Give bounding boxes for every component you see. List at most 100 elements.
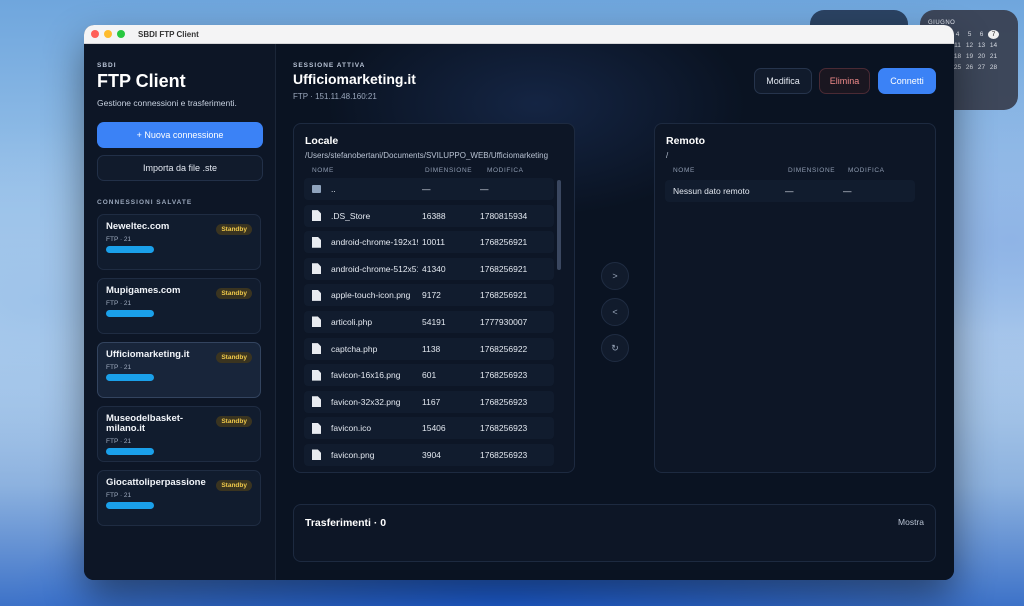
delete-button[interactable]: Elimina [819, 68, 870, 94]
minimize-window-button[interactable] [104, 30, 112, 38]
file-icon [312, 263, 321, 275]
file-row[interactable]: .. — — [304, 178, 554, 200]
file-modified: 1768256923 [480, 370, 528, 381]
zoom-window-button[interactable] [117, 30, 125, 38]
folder-icon [312, 185, 321, 193]
new-connection-button[interactable]: + Nuova connessione [97, 122, 263, 148]
remote-title: Remoto [666, 135, 706, 147]
file-row[interactable]: favicon.ico 15406 1768256923 [304, 417, 554, 440]
local-file-list: .. — — .DS_Store 16388 1780815934 android-chro… [304, 178, 554, 471]
file-name: apple-touch-icon.png [331, 290, 411, 301]
local-scrollbar[interactable] [557, 180, 561, 270]
file-modified: 1768256921 [480, 290, 528, 301]
file-name: favicon-16x16.png [331, 370, 401, 381]
saved-connections-label: CONNESSIONI SALVATE [97, 199, 193, 206]
file-size: 10011 [422, 237, 446, 248]
file-name: .DS_Store [331, 210, 371, 221]
main-area: SESSIONE ATTIVA Ufficiomarketing.it FTP … [276, 44, 954, 580]
calendar-day: 20 [977, 53, 986, 60]
file-row[interactable]: captcha.php 1138 1768256922 [304, 337, 554, 360]
calendar-day: 12 [965, 42, 974, 49]
connection-meta: FTP · 21 [106, 236, 132, 243]
connection-card[interactable]: Museodelbasket-milano.it FTP · 21 Standby [97, 406, 261, 462]
calendar-day: 5 [967, 31, 972, 38]
redacted-info [106, 374, 154, 381]
calendar-day [1000, 52, 1011, 61]
connection-name: Giocattoliperpassione [106, 477, 206, 488]
file-size: 15406 [422, 423, 446, 434]
calendar-day: 6 [979, 31, 984, 38]
file-modified: 1768256921 [480, 263, 528, 274]
file-modified: 1780815934 [480, 210, 528, 221]
connection-meta: FTP · 21 [106, 438, 132, 445]
calendar-day [1000, 63, 1011, 72]
connect-button[interactable]: Connetti [878, 68, 936, 94]
remote-empty-mod: — [843, 186, 852, 196]
connection-name: Neweltec.com [106, 221, 170, 232]
calendar-day: 14 [989, 42, 998, 49]
file-modified: 1768256923 [480, 396, 528, 407]
file-row[interactable]: apple-touch-icon.png 9172 1768256921 [304, 284, 554, 307]
file-row[interactable]: android-chrome-512x512.png 41340 176825692… [304, 257, 554, 280]
connection-card[interactable]: Mupigames.com FTP · 21 Standby [97, 278, 261, 334]
redacted-info [106, 502, 154, 509]
app-title: FTP Client [97, 71, 186, 91]
local-panel: Locale /Users/stefanobertani/Documents/S… [293, 123, 575, 473]
transfers-show-button[interactable]: Mostra [898, 517, 924, 527]
status-badge: Standby [216, 224, 252, 235]
connection-card[interactable]: Ufficiomarketing.it FTP · 21 Standby [97, 342, 261, 398]
file-size: 41340 [422, 263, 446, 274]
file-name: favicon.png [331, 449, 375, 460]
download-button[interactable]: < [601, 298, 629, 326]
calendar-day: 27 [977, 64, 986, 71]
file-size: 601 [422, 370, 437, 381]
file-row[interactable]: android-chrome-192x192.png 10011 176825692… [304, 231, 554, 254]
file-size: 16388 [422, 210, 446, 221]
file-row[interactable]: .DS_Store 16388 1780815934 [304, 204, 554, 227]
file-row[interactable]: favicon.png 3904 1768256923 [304, 443, 554, 466]
connection-meta: FTP · 21 [106, 492, 132, 499]
local-path: /Users/stefanobertani/Documents/SVILUPPO… [305, 151, 549, 160]
file-name: android-chrome-512x512.png [331, 263, 418, 274]
calendar-day: 21 [989, 53, 998, 60]
redacted-info [106, 448, 154, 455]
remote-panel: Remoto / NOME DIMENSIONE MODIFICA Nessun… [654, 123, 936, 473]
calendar-day: 19 [965, 53, 974, 60]
transfers-panel: Trasferimenti · 0 Mostra [293, 504, 936, 562]
upload-button[interactable]: > [601, 262, 629, 290]
file-icon [312, 289, 321, 301]
remote-col-mod: MODIFICA [848, 167, 885, 174]
file-icon [312, 422, 321, 434]
file-name: favicon-32x32.png [331, 396, 401, 407]
calendar-day: 7 [988, 30, 999, 39]
file-row[interactable]: favicon-16x16.png 601 1768256923 [304, 364, 554, 387]
import-ste-button[interactable]: Importa da file .ste [97, 155, 263, 181]
edit-button[interactable]: Modifica [754, 68, 812, 94]
file-icon [312, 210, 321, 222]
session-title: Ufficiomarketing.it [293, 71, 416, 87]
file-icon [312, 369, 321, 381]
file-name: .. [331, 184, 336, 194]
refresh-icon[interactable]: ↻ [601, 334, 629, 362]
sidebar: SBDI FTP Client Gestione connessioni e t… [84, 44, 276, 580]
file-row[interactable]: articoli.php 54191 1777930007 [304, 310, 554, 333]
file-row[interactable]: favicon-32x32.png 1167 1768256923 [304, 390, 554, 413]
status-badge: Standby [216, 288, 252, 299]
connection-list: Neweltec.com FTP · 21 Standby Mupigames.com… [97, 214, 262, 526]
connection-card[interactable]: Neweltec.com FTP · 21 Standby [97, 214, 261, 270]
close-window-button[interactable] [91, 30, 99, 38]
connection-card[interactable]: Giocattoliperpassione FTP · 21 Standby [97, 470, 261, 526]
file-icon [312, 343, 321, 355]
local-title: Locale [305, 135, 339, 147]
file-modified: 1777930007 [480, 316, 528, 327]
file-size: — [422, 184, 431, 194]
remote-empty-row: Nessun dato remoto — — [665, 180, 915, 202]
remote-path: / [666, 151, 669, 160]
file-name: captcha.php [331, 343, 378, 354]
calendar-day [1000, 41, 1011, 50]
remote-empty-name: Nessun dato remoto [673, 186, 750, 196]
calendar-day: 28 [989, 64, 998, 71]
local-col-size: DIMENSIONE [425, 167, 473, 174]
connection-meta: FTP · 21 [106, 364, 132, 371]
app-subtitle: Gestione connessioni e trasferimenti. [97, 98, 237, 108]
